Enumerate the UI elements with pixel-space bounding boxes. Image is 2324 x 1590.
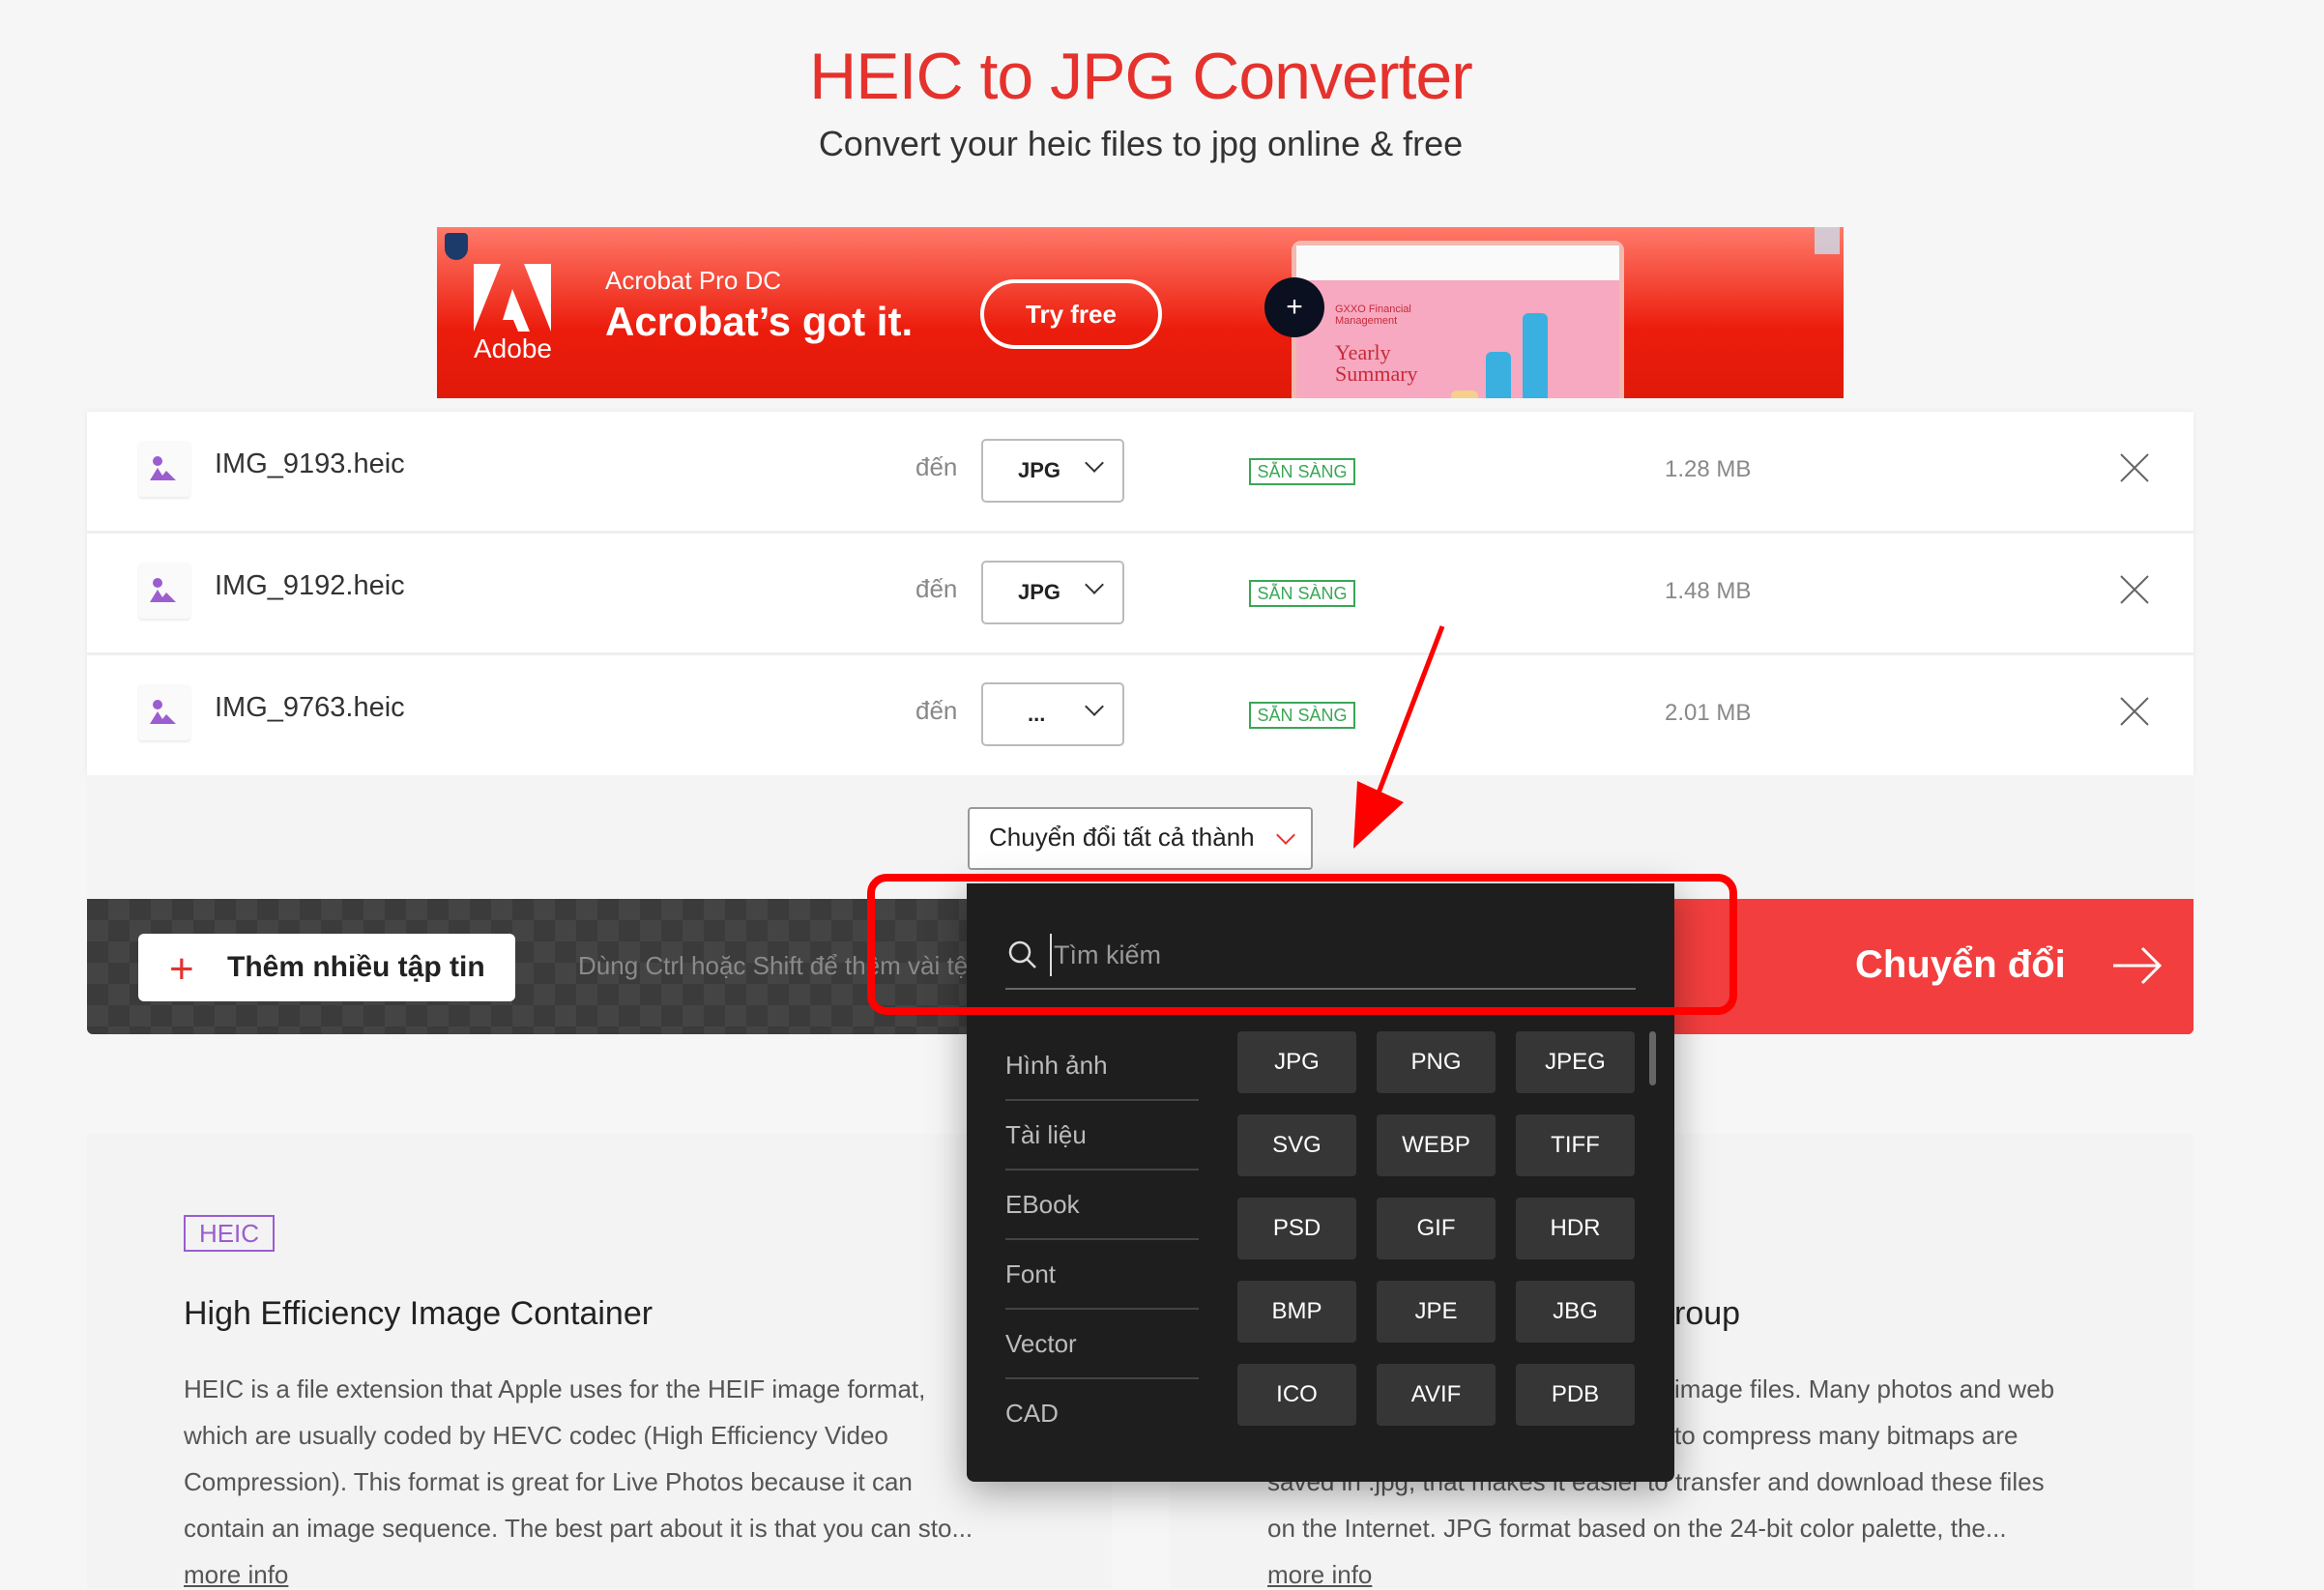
ad-mock-company: GXXO Financial Management	[1335, 304, 1411, 327]
info-line: on the Internet. JPG format based on the…	[1267, 1514, 2007, 1543]
status-badge: SẴN SÀNG	[1249, 458, 1355, 485]
category-item[interactable]: Tài liệu	[1005, 1101, 1199, 1171]
file-size: 1.48 MB	[1665, 578, 1752, 604]
info-line: which are usually coded by HEVC codec (H…	[184, 1421, 888, 1450]
format-badge: HEIC	[184, 1215, 275, 1252]
file-size: 2.01 MB	[1665, 700, 1752, 726]
info-heading: High Efficiency Image Container	[184, 1295, 654, 1332]
format-option[interactable]: PSD	[1237, 1198, 1356, 1259]
image-file-icon	[138, 441, 190, 497]
format-select[interactable]: JPG	[981, 439, 1124, 503]
chevron-down-icon	[1085, 453, 1104, 473]
to-label: đến	[915, 452, 958, 481]
format-option[interactable]: WEBP	[1377, 1114, 1496, 1176]
file-name: IMG_9193.heic	[215, 448, 405, 479]
format-option[interactable]: JPG	[1237, 1031, 1356, 1093]
close-icon[interactable]	[2117, 694, 2152, 729]
file-row: IMG_9193.heic đến JPG SẴN SÀNG 1.28 MB	[87, 412, 2193, 534]
ad-brand: Adobe	[474, 333, 552, 363]
page-title: HEIC to JPG Converter	[809, 40, 1473, 113]
image-file-icon	[138, 563, 190, 619]
category-item[interactable]: CAD	[1005, 1379, 1199, 1449]
file-name: IMG_9192.heic	[215, 570, 405, 601]
format-option[interactable]: HDR	[1516, 1198, 1635, 1259]
format-select[interactable]: ...	[981, 682, 1124, 746]
info-line: image files. Many photos and web	[1674, 1374, 2055, 1403]
ad-shield-icon	[445, 233, 468, 260]
status-badge: SẴN SÀNG	[1249, 580, 1355, 607]
file-list: IMG_9193.heic đến JPG SẴN SÀNG 1.28 MB I…	[87, 412, 2193, 775]
info-line: to compress many bitmaps are	[1674, 1421, 2019, 1450]
info-line: contain an image sequence. The best part…	[184, 1514, 973, 1543]
close-icon[interactable]	[2117, 450, 2152, 485]
annotation-highlight-box	[867, 874, 1737, 1015]
format-option[interactable]: JPEG	[1516, 1031, 1635, 1093]
add-files-button[interactable]: + Thêm nhiều tập tin	[138, 934, 515, 1001]
format-option[interactable]: BMP	[1237, 1281, 1356, 1343]
convert-button[interactable]: Chuyển đổi	[1674, 899, 2193, 1034]
file-row: IMG_9192.heic đến JPG SẴN SÀNG 1.48 MB	[87, 534, 2193, 655]
format-option[interactable]: JBG	[1516, 1281, 1635, 1343]
ad-plus-icon: +	[1264, 277, 1324, 337]
file-row: IMG_9763.heic đến ... SẴN SÀNG 2.01 MB	[87, 655, 2193, 777]
ad-headline: Acrobat’s got it.	[605, 299, 914, 344]
format-option[interactable]: TIFF	[1516, 1114, 1635, 1176]
chevron-down-icon	[1085, 697, 1104, 716]
info-line: Compression). This format is great for L…	[184, 1467, 913, 1496]
format-option[interactable]: GIF	[1377, 1198, 1496, 1259]
ad-mock-title: Yearly Summary	[1335, 340, 1418, 386]
chevron-down-icon	[1276, 825, 1295, 845]
format-option[interactable]: SVG	[1237, 1114, 1356, 1176]
file-size: 1.28 MB	[1665, 456, 1752, 482]
ad-product-image: GXXO Financial Management Yearly Summary	[1292, 241, 1624, 398]
format-value: JPG	[1018, 580, 1061, 604]
adobe-logo-icon	[474, 264, 551, 332]
format-option[interactable]: JPE	[1377, 1281, 1496, 1343]
annotation-arrow-icon	[1353, 625, 1445, 849]
info-heading: roup	[1674, 1295, 1741, 1332]
try-free-button[interactable]: Try free	[980, 279, 1162, 349]
info-line: HEIC is a file extension that Apple uses…	[184, 1374, 926, 1403]
page-subtitle: Convert your heic files to jpg online & …	[818, 124, 1464, 163]
add-files-label: Thêm nhiều tập tin	[227, 951, 485, 983]
convert-all-label: Chuyển đổi tất cả thành	[989, 823, 1255, 852]
file-name: IMG_9763.heic	[215, 692, 405, 723]
close-icon[interactable]	[2117, 572, 2152, 607]
format-select[interactable]: JPG	[981, 561, 1124, 624]
category-item[interactable]: Font	[1005, 1240, 1199, 1310]
category-item[interactable]: Vector	[1005, 1310, 1199, 1379]
ad-banner[interactable]: Adobe Acrobat Pro DC Acrobat’s got it. T…	[437, 227, 1844, 398]
format-value: ...	[1028, 702, 1046, 726]
format-option[interactable]: ICO	[1237, 1364, 1356, 1426]
to-label: đến	[915, 696, 958, 725]
format-option[interactable]: AVIF	[1377, 1364, 1496, 1426]
convert-all-select[interactable]: Chuyển đổi tất cả thành	[968, 807, 1313, 870]
plus-icon: +	[169, 945, 194, 993]
format-option[interactable]: PNG	[1377, 1031, 1496, 1093]
adchoices-icon[interactable]	[1815, 227, 1840, 254]
arrow-right-icon	[2113, 946, 2163, 985]
more-info-link[interactable]: more info	[184, 1560, 288, 1590]
chevron-down-icon	[1085, 575, 1104, 594]
image-file-icon	[138, 684, 190, 740]
more-info-link[interactable]: more info	[1267, 1560, 1372, 1590]
ad-product: Acrobat Pro DC	[605, 266, 782, 295]
category-item[interactable]: Hình ảnh	[1005, 1031, 1199, 1101]
format-value: JPG	[1018, 458, 1061, 482]
convert-label: Chuyển đổi	[1855, 943, 2066, 986]
to-label: đến	[915, 574, 958, 603]
format-option[interactable]: PDB	[1516, 1364, 1635, 1426]
category-item[interactable]: EBook	[1005, 1171, 1199, 1240]
scrollbar[interactable]	[1649, 1031, 1656, 1085]
